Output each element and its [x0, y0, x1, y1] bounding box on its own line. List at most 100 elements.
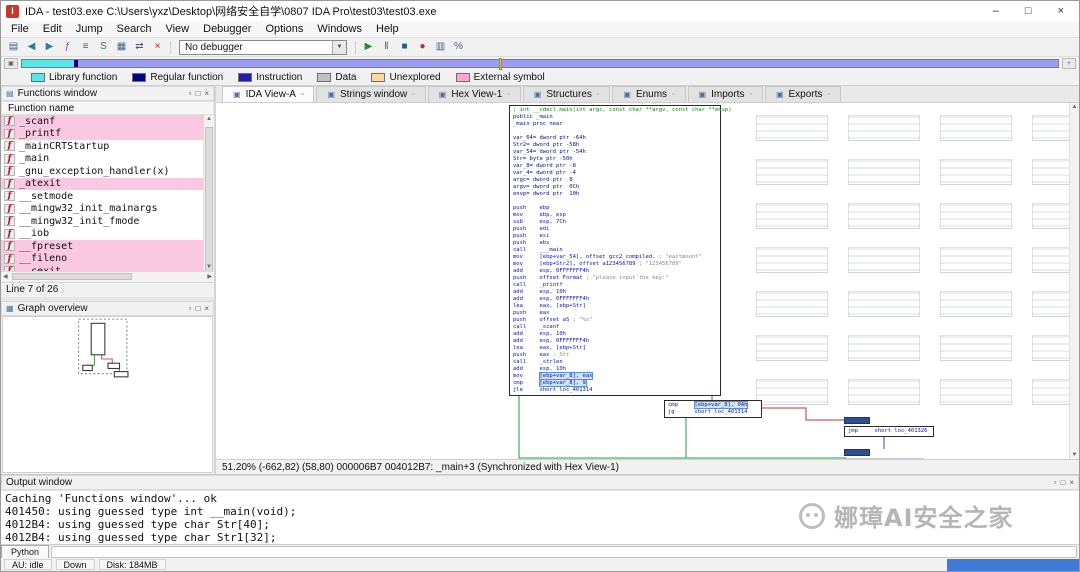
disasm-line[interactable]: [513, 128, 717, 135]
graph-node-jmp[interactable]: jmp short loc_401326: [844, 426, 934, 437]
scroll-up-icon[interactable]: ▲: [204, 116, 214, 122]
disasm-line[interactable]: push edi: [513, 226, 717, 233]
disasm-line[interactable]: jg short loc_401314: [668, 409, 758, 416]
band-zoom-icon[interactable]: +: [1062, 58, 1076, 69]
function-row[interactable]: f _main: [1, 153, 203, 166]
canvas-vertical-scrollbar[interactable]: ▲ ▼: [1069, 103, 1079, 459]
functions-vertical-scrollbar[interactable]: ▲ ▼: [203, 115, 214, 271]
function-row[interactable]: f _gnu_exception_handler(x): [1, 165, 203, 178]
disasm-line[interactable]: var_64= dword ptr -64h: [513, 135, 717, 142]
function-row[interactable]: f __mingw32_init_mainargs: [1, 203, 203, 216]
float-icon[interactable]: □: [1060, 478, 1065, 487]
function-row[interactable]: f _scanf: [1, 115, 203, 128]
close-button[interactable]: ×: [1058, 5, 1064, 17]
python-label[interactable]: Python: [1, 544, 50, 559]
tab-hex-view-1[interactable]: ▣ Hex View-1 ▫: [427, 86, 521, 102]
disasm-line[interactable]: add esp, 0FFFFFFF4h: [513, 296, 717, 303]
graph-overview-canvas[interactable]: [2, 315, 213, 473]
menu-options[interactable]: Options: [258, 22, 310, 36]
disasm-line[interactable]: ; int __cdecl main(int argc, const char …: [513, 107, 732, 114]
minimize-button[interactable]: –: [993, 5, 999, 17]
function-row[interactable]: f _atexit: [1, 177, 203, 190]
disasm-line[interactable]: push esi: [513, 233, 717, 240]
disasm-line[interactable]: cmp [ebp+var_8], 0Ah: [668, 402, 758, 409]
disasm-line[interactable]: push offset Format ; "please input the k…: [513, 275, 717, 282]
disasm-line[interactable]: argv= dword ptr 0Ch: [513, 184, 717, 191]
function-row[interactable]: f _mainCRTStartup: [1, 140, 203, 153]
menu-jump[interactable]: Jump: [69, 22, 110, 36]
menu-file[interactable]: File: [4, 22, 36, 36]
scroll-thumb[interactable]: [205, 127, 213, 271]
disasm-line[interactable]: _main proc near: [513, 121, 717, 128]
disasm-line[interactable]: cmp [ebp+var_8], 9: [513, 380, 717, 387]
scroll-right-icon[interactable]: ▶: [207, 273, 212, 280]
functions-horizontal-scrollbar[interactable]: ◀ ▶: [1, 270, 214, 282]
save-icon[interactable]: ▤: [5, 40, 22, 55]
tab-close-icon[interactable]: ▫: [507, 91, 509, 98]
disasm-line[interactable]: call _strlen: [513, 359, 717, 366]
disasm-line[interactable]: var_54= dword ptr -54h: [513, 149, 717, 156]
disasm-line[interactable]: add esp, 0FFFFFFF4h: [513, 338, 717, 345]
disasm-line[interactable]: mov ebp, esp: [513, 212, 717, 219]
disasm-line[interactable]: sub esp, 7Ch: [513, 219, 717, 226]
menu-view[interactable]: View: [158, 22, 196, 36]
disasm-line[interactable]: Str2= dword ptr -58h: [513, 142, 717, 149]
navigation-band[interactable]: [21, 58, 1059, 70]
disasm-line[interactable]: push eax: [513, 310, 717, 317]
tab-close-icon[interactable]: ▫: [749, 91, 751, 98]
disasm-line[interactable]: public _main: [513, 114, 717, 121]
graph-node-main[interactable]: ; int __cdecl main(int argc, const char …: [509, 105, 732, 396]
dock-icon[interactable]: ▫: [1054, 478, 1057, 487]
debugger-select[interactable]: No debugger ▼: [179, 39, 347, 55]
graph-node-cmp[interactable]: cmp [ebp+var_8], 0Ah jg short loc_401314: [664, 400, 762, 418]
cross-references-icon[interactable]: ⇄: [131, 40, 148, 55]
menu-debugger[interactable]: Debugger: [196, 22, 258, 36]
disasm-line[interactable]: var_4= dword ptr -4: [513, 170, 717, 177]
scroll-thumb[interactable]: [11, 273, 132, 280]
disasm-line[interactable]: add esp, 10h: [513, 289, 717, 296]
menu-edit[interactable]: Edit: [36, 22, 69, 36]
function-row[interactable]: f __cexit: [1, 265, 203, 271]
names-window-icon[interactable]: ≡: [77, 40, 94, 55]
disasm-line[interactable]: argc= dword ptr 8: [513, 177, 717, 184]
disasm-line[interactable]: push ebx: [513, 240, 717, 247]
functions-list-icon[interactable]: ƒ: [59, 40, 76, 55]
output-log[interactable]: Caching 'Functions window'... ok 401450: …: [1, 490, 1079, 544]
disasm-line[interactable]: mov [ebp+var_8], eax: [513, 373, 717, 380]
tab-close-icon[interactable]: ▫: [672, 91, 674, 98]
chevron-down-icon[interactable]: ▼: [332, 40, 346, 54]
disasm-line[interactable]: mov [ebp+var_54], offset gcc2_compiled. …: [513, 254, 717, 261]
disasm-line[interactable]: add esp, 10h: [513, 331, 717, 338]
disasm-line[interactable]: add esp, 10h: [513, 366, 717, 373]
disasm-line[interactable]: envp= dword ptr 10h: [513, 191, 717, 198]
python-input[interactable]: [51, 545, 1077, 558]
float-icon[interactable]: □: [195, 304, 200, 313]
cancel-icon[interactable]: ×: [149, 40, 166, 55]
disasm-line[interactable]: lea eax, [ebp+Str]: [513, 303, 717, 310]
tab-close-icon[interactable]: ▫: [827, 91, 829, 98]
tab-close-icon[interactable]: ▫: [412, 91, 414, 98]
band-position-marker[interactable]: [498, 58, 502, 70]
calculator-icon[interactable]: %: [450, 40, 467, 55]
menu-windows[interactable]: Windows: [310, 22, 369, 36]
run-debugger-icon[interactable]: ▶: [360, 40, 377, 55]
output-window-titlebar[interactable]: Output window ▫ □ ×: [1, 475, 1079, 490]
band-options-icon[interactable]: ▣: [4, 58, 18, 69]
function-row[interactable]: f __iob: [1, 228, 203, 241]
maximize-button[interactable]: □: [1025, 5, 1032, 17]
dock-icon[interactable]: ▫: [189, 89, 192, 98]
disasm-line[interactable]: push eax ; Str: [513, 352, 717, 359]
disasm-line[interactable]: call _scanf: [513, 324, 717, 331]
function-row[interactable]: f _printf: [1, 127, 203, 140]
scroll-left-icon[interactable]: ◀: [3, 273, 8, 280]
dock-icon[interactable]: ▫: [189, 304, 192, 313]
close-panel-icon[interactable]: ×: [204, 304, 209, 313]
hex-dump-icon[interactable]: ▥: [432, 40, 449, 55]
function-name-column-header[interactable]: Function name: [1, 101, 214, 115]
disasm-line[interactable]: call _printf: [513, 282, 717, 289]
structures-icon[interactable]: ▦: [113, 40, 130, 55]
disasm-line[interactable]: mov [ebp+Str2], offset a123456789 ; "123…: [513, 261, 717, 268]
graph-overview-titlebar[interactable]: ▦ Graph overview ▫ □ ×: [1, 300, 214, 316]
function-row[interactable]: f __fpreset: [1, 240, 203, 253]
scroll-down-icon[interactable]: ▼: [204, 264, 214, 270]
